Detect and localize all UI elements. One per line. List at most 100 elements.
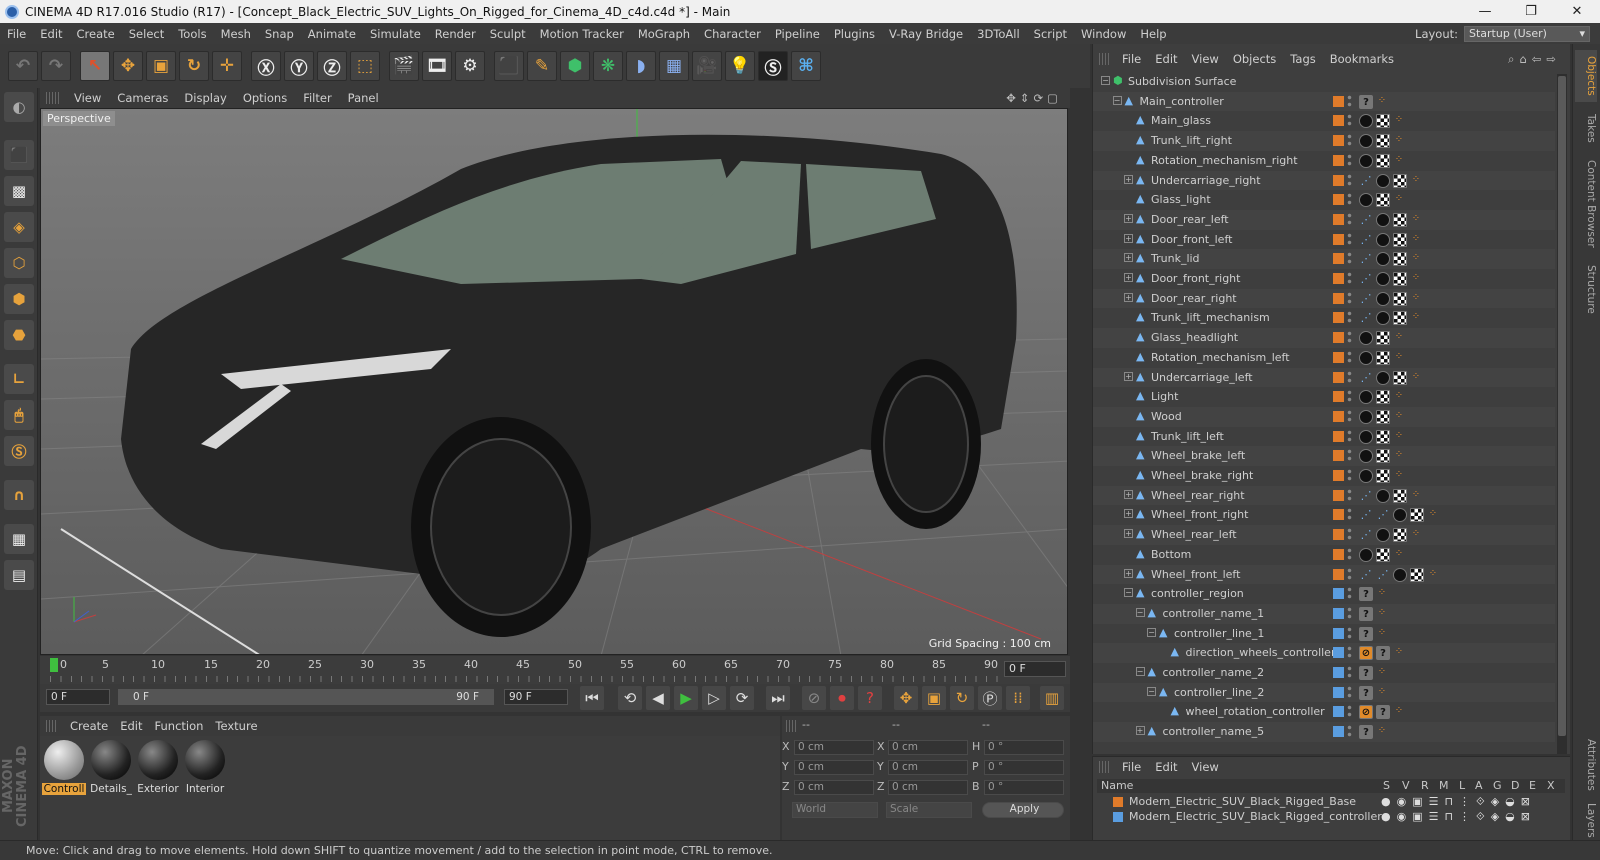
texture-tag-icon[interactable] bbox=[1376, 469, 1390, 483]
layer-color-swatch[interactable] bbox=[1333, 233, 1344, 245]
material-tag-icon[interactable] bbox=[1376, 370, 1390, 385]
material-tag-icon[interactable] bbox=[1376, 291, 1390, 306]
phong-tag-icon[interactable]: ⁘ bbox=[1393, 705, 1405, 719]
material-menu-create[interactable]: Create bbox=[64, 719, 114, 733]
panel-grip-icon[interactable] bbox=[786, 720, 798, 732]
texture-tag-icon[interactable] bbox=[1376, 409, 1390, 424]
rotate-tool-icon[interactable]: ↻ bbox=[179, 51, 209, 81]
layer-color-swatch[interactable] bbox=[1333, 588, 1344, 600]
layout-select[interactable]: Startup (User) ▾ bbox=[1464, 25, 1590, 42]
phong-tag-icon[interactable]: ⁘ bbox=[1393, 351, 1405, 365]
python-icon[interactable]: ⌘ bbox=[791, 51, 821, 81]
coordinate-mode-select[interactable]: World bbox=[792, 802, 878, 818]
phong-tag-icon[interactable]: ⁘ bbox=[1376, 627, 1388, 641]
visibility-dots-icon[interactable] bbox=[1347, 192, 1352, 207]
layer-color-swatch[interactable] bbox=[1333, 213, 1344, 225]
viewport-navigation-icons[interactable]: ✥⇕⟳▢ bbox=[1006, 91, 1070, 105]
layer-color-swatch[interactable] bbox=[1333, 686, 1344, 698]
visibility-dots-icon[interactable] bbox=[1347, 93, 1352, 108]
layer-color-swatch[interactable] bbox=[1333, 312, 1344, 324]
object-row[interactable]: + ▲ Wheel_front_left ⋰ ⋰ ⁘ bbox=[1093, 564, 1555, 585]
texture-tag-icon[interactable] bbox=[1376, 193, 1390, 208]
object-row[interactable]: − ▲ controller_line_1? ⁘ bbox=[1093, 624, 1555, 644]
visibility-dots-icon[interactable] bbox=[1347, 527, 1352, 542]
material-tag-icon[interactable] bbox=[1359, 114, 1373, 129]
z-axis-lock-icon[interactable]: Ⓩ bbox=[317, 51, 347, 81]
scrollbar-thumb[interactable] bbox=[1558, 76, 1566, 736]
phong-tag-icon[interactable]: ⁘ bbox=[1393, 548, 1405, 562]
menu-help[interactable]: Help bbox=[1133, 27, 1173, 41]
position-y-field[interactable]: 0 cm bbox=[794, 760, 874, 775]
xpresso-tag-icon[interactable]: ⋰ bbox=[1359, 371, 1373, 385]
previous-frame-icon[interactable]: ◀ bbox=[646, 686, 670, 710]
layer-column-deformers[interactable]: D bbox=[1511, 779, 1519, 792]
xpresso-tag-icon[interactable]: ⋰ bbox=[1359, 489, 1373, 503]
phong-tag-icon[interactable]: ⁘ bbox=[1393, 469, 1405, 483]
menu-simulate[interactable]: Simulate bbox=[363, 27, 428, 41]
texture-tag-icon[interactable] bbox=[1393, 173, 1407, 188]
phong-tag-icon[interactable]: ⁘ bbox=[1376, 607, 1388, 621]
menu-mograph[interactable]: MoGraph bbox=[631, 27, 697, 41]
start-frame-field[interactable]: 0 F bbox=[46, 689, 110, 705]
phong-tag-icon[interactable]: ⁘ bbox=[1410, 489, 1422, 503]
deformer-icon[interactable]: ◗ bbox=[626, 51, 656, 81]
workplane-lock-icon[interactable]: ▦ bbox=[4, 524, 34, 554]
panel-grip-icon[interactable] bbox=[1099, 53, 1109, 65]
phong-tag-icon[interactable]: ⁘ bbox=[1410, 292, 1422, 306]
visibility-dots-icon[interactable] bbox=[1347, 704, 1352, 719]
object-row[interactable]: ▲ Main_glass ⁘ bbox=[1093, 111, 1555, 131]
timeline-ruler[interactable]: 0 5 10 15 20 25 30 35 40 45 50 55 60 65 … bbox=[40, 656, 1070, 684]
xpresso-tag-icon[interactable]: ⋰ bbox=[1359, 252, 1373, 266]
go-to-start-icon[interactable]: ⏮ bbox=[580, 686, 604, 710]
texture-tag-icon[interactable] bbox=[1376, 449, 1390, 464]
protection-tag-icon[interactable]: ? bbox=[1359, 725, 1373, 740]
next-frame-icon[interactable]: ▷ bbox=[702, 686, 726, 710]
layer-color-swatch[interactable] bbox=[1333, 430, 1344, 442]
tweak-mode-icon[interactable]: 🖱 bbox=[4, 400, 34, 430]
material-tag-icon[interactable] bbox=[1376, 528, 1390, 543]
go-to-next-key-icon[interactable]: ⟳ bbox=[730, 686, 754, 710]
layer-column-view[interactable]: V bbox=[1402, 779, 1410, 792]
tab-attributes[interactable]: Attributes bbox=[1575, 734, 1597, 796]
object-row[interactable]: + ▲ Wheel_front_right ⋰ ⋰ ⁘ bbox=[1093, 505, 1555, 525]
visibility-dots-icon[interactable] bbox=[1347, 152, 1352, 167]
maximize-button[interactable]: ❐ bbox=[1508, 4, 1554, 19]
xpresso-tag-icon[interactable]: ⋰ bbox=[1359, 233, 1373, 247]
scale-key-icon[interactable]: ▣ bbox=[922, 686, 946, 710]
object-row[interactable]: ▲ Bottom ⁘ bbox=[1093, 545, 1555, 565]
viewport-menu-view[interactable]: View bbox=[66, 91, 109, 105]
layer-color-swatch[interactable] bbox=[1333, 292, 1344, 304]
object-row[interactable]: − ⬢ Subdivision Surface bbox=[1093, 72, 1555, 92]
parameter-key-icon[interactable]: Ⓟ bbox=[978, 686, 1002, 710]
layer-toggle-icons[interactable]: ●◉▣☰⊓⋮⟐◈◒⊠ bbox=[1381, 810, 1536, 824]
collapse-icon[interactable]: − bbox=[1112, 95, 1122, 105]
layer-color-swatch[interactable] bbox=[1333, 607, 1344, 619]
layer-color-swatch[interactable] bbox=[1113, 812, 1123, 822]
points-mode-icon[interactable]: ⬡ bbox=[4, 248, 34, 278]
object-row[interactable]: + ▲ Undercarriage_right ⋰ ⁘ bbox=[1093, 170, 1555, 191]
y-axis-lock-icon[interactable]: Ⓨ bbox=[284, 51, 314, 81]
protection-tag-icon[interactable]: ? bbox=[1376, 705, 1390, 720]
visibility-dots-icon[interactable] bbox=[1347, 290, 1352, 305]
phong-tag-icon[interactable]: ⁘ bbox=[1376, 587, 1388, 601]
collapse-icon[interactable]: − bbox=[1147, 686, 1156, 696]
menu-render[interactable]: Render bbox=[428, 27, 483, 41]
layer-color-swatch[interactable] bbox=[1333, 115, 1344, 127]
texture-tag-icon[interactable] bbox=[1376, 390, 1390, 405]
material-tag-icon[interactable] bbox=[1359, 449, 1373, 464]
xpresso-tag-icon[interactable]: ⋰ bbox=[1359, 568, 1373, 582]
protection-tag-icon[interactable]: ? bbox=[1359, 685, 1373, 700]
go-to-end-icon[interactable]: ⏭ bbox=[766, 686, 790, 710]
object-row[interactable]: + ▲ Door_rear_left ⋰ ⁘ bbox=[1093, 209, 1555, 230]
expand-icon[interactable]: + bbox=[1124, 509, 1133, 519]
layers-menu-edit[interactable]: Edit bbox=[1148, 760, 1184, 774]
visibility-dots-icon[interactable] bbox=[1347, 684, 1352, 699]
tab-content-browser[interactable]: Content Browser bbox=[1575, 154, 1597, 254]
play-forward-icon[interactable]: ▶ bbox=[674, 686, 698, 710]
menu-window[interactable]: Window bbox=[1074, 27, 1133, 41]
visibility-dots-icon[interactable] bbox=[1347, 231, 1352, 246]
expand-icon[interactable]: + bbox=[1124, 174, 1133, 184]
close-button[interactable]: ✕ bbox=[1554, 4, 1600, 19]
material-swatch[interactable]: Details_ bbox=[89, 740, 133, 796]
record-active-objects-icon[interactable]: ⊘ bbox=[802, 686, 826, 710]
